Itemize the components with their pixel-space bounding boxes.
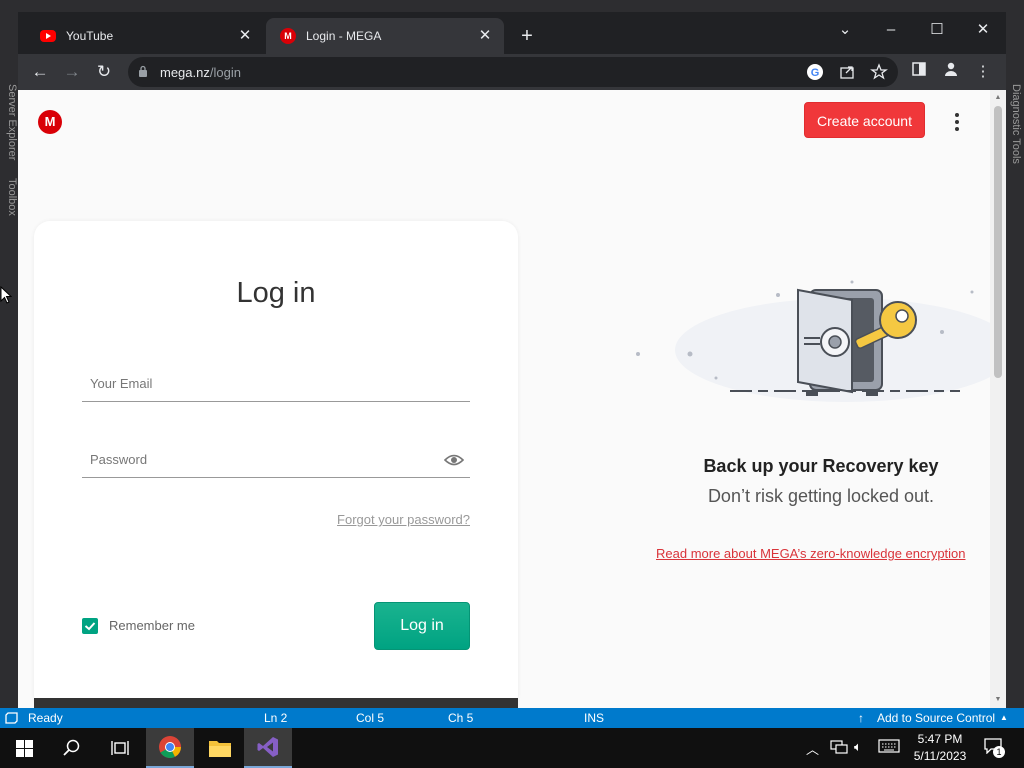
page-scrollbar[interactable]: ▲ ▼ [990,90,1006,708]
diagnostic-tools-tab[interactable]: Diagnostic Tools [1010,84,1022,164]
youtube-icon [40,30,56,42]
email-field[interactable] [82,368,470,402]
show-hidden-icons-icon[interactable]: ︿ [806,739,819,758]
windows-logo-icon [15,739,33,757]
scroll-down-icon[interactable]: ▼ [994,696,1002,704]
search-icon [63,739,80,756]
tab-login-mega[interactable]: M Login - MEGA ✕ [266,18,504,54]
password-field[interactable] [82,444,470,478]
clock-date: 5/11/2023 [913,749,967,763]
server-explorer-tab[interactable]: Server Explorer [6,84,18,160]
bookmark-star-icon[interactable] [870,63,888,81]
status-line: Ln 2 [264,711,288,725]
chrome-menu-icon[interactable]: ⋮ [972,61,994,83]
file-explorer-taskbar-app[interactable] [196,728,244,768]
close-tab-icon[interactable]: ✕ [476,27,494,45]
network-icon[interactable] [830,739,848,758]
mega-login-page: M Create account Log in Forgot your pass… [18,90,1006,708]
login-button[interactable]: Log in [374,602,470,650]
tab-title: YouTube [66,29,114,43]
close-tab-icon[interactable]: ✕ [236,27,254,45]
show-password-eye-icon[interactable] [444,453,464,467]
new-tab-button[interactable]: + [516,25,538,47]
output-window-icon[interactable] [5,712,18,724]
status-char: Ch 5 [448,711,474,725]
tab-strip: YouTube ✕ M Login - MEGA ✕ + ⌄ – ☐ ✕ [18,12,1006,54]
login-title: Log in [236,277,316,309]
status-column: Col 5 [356,711,385,725]
maximize-button[interactable]: ☐ [922,18,952,42]
recovery-subtitle: Don’t risk getting locked out. [707,486,935,506]
notification-count-badge: 1 [993,746,1005,758]
checkmark-icon [84,622,96,631]
forward-arrow-icon[interactable]: → [59,59,85,85]
google-lens-icon[interactable]: G [806,63,824,81]
back-arrow-icon[interactable]: ← [27,59,53,85]
volume-icon[interactable]: 🔈︎ [854,739,862,755]
browser-window: YouTube ✕ M Login - MEGA ✕ + ⌄ – ☐ ✕ ← →… [18,12,1006,708]
svg-text:G: G [811,67,820,79]
status-insert-mode: INS [584,711,605,725]
system-clock[interactable]: 5:47 PM 5/11/2023 [912,731,968,765]
keyboard-icon[interactable] [878,739,900,756]
scroll-up-icon[interactable]: ▲ [994,94,1002,102]
tab-search-icon[interactable]: ⌄ [830,18,860,42]
scrollbar-thumb[interactable] [994,106,1002,378]
recovery-key-safe-illustration [636,280,1006,402]
mega-icon: M [280,28,296,44]
add-to-source-control[interactable]: Add to Source Control [877,711,995,725]
ide-status-bar: Ready Ln 2 Col 5 Ch 5 INS ↑ Add to Sourc… [0,708,1024,728]
ide-left-panel: Server Explorer Toolbox [0,0,18,708]
start-button[interactable] [0,728,48,768]
tab-title: Login - MEGA [306,29,382,43]
side-panel-icon[interactable] [908,61,930,83]
folder-icon [209,741,231,757]
toolbox-tab[interactable]: Toolbox [6,178,18,216]
read-more-encryption-link[interactable]: Read more about MEGA’s zero-knowledge en… [656,546,966,561]
task-view-button[interactable] [96,728,144,768]
caret-up-icon[interactable]: ▲ [1000,713,1008,722]
visual-studio-icon [257,737,278,757]
mouse-cursor-icon [0,286,12,304]
search-button[interactable] [48,728,96,768]
clock-time: 5:47 PM [917,732,963,746]
close-window-button[interactable]: ✕ [968,18,998,42]
browser-toolbar: ← → ↻ mega.nz/login G ⋮ [18,54,1006,90]
recovery-title: Back up your Recovery key [703,456,939,476]
chrome-taskbar-app[interactable] [146,728,194,768]
reload-icon[interactable]: ↻ [91,59,117,85]
windows-taskbar: ︿ 🔈︎ 5:47 PM 5/11/2023 1 [0,728,1024,768]
arrow-up-icon: ↑ [858,711,864,725]
password-input[interactable] [90,452,430,467]
more-options-icon[interactable] [948,110,966,134]
profile-icon[interactable] [940,61,962,83]
minimize-button[interactable]: – [876,18,906,42]
tab-youtube[interactable]: YouTube ✕ [26,18,264,54]
chrome-icon [159,736,181,758]
remember-me-label[interactable]: Remember me [109,618,195,633]
email-input[interactable] [90,376,430,391]
remember-me-checkbox[interactable] [82,618,98,634]
address-bar[interactable]: mega.nz/login G [128,57,898,87]
task-view-icon [111,741,129,755]
lock-icon [139,65,147,77]
notification-center-icon[interactable]: 1 [984,738,1006,758]
status-ready: Ready [28,711,63,725]
mega-logo[interactable]: M [38,110,62,134]
create-account-button[interactable]: Create account [804,102,925,138]
url-text: mega.nz/login [160,65,241,80]
card-footer-bar [34,698,518,708]
login-card: Log in Forgot your password? Remember me… [34,221,518,708]
visual-studio-taskbar-app[interactable] [244,728,292,768]
ide-right-panel: Diagnostic Tools [1006,0,1024,708]
share-icon[interactable] [838,63,856,81]
forgot-password-link[interactable]: Forgot your password? [82,512,470,527]
